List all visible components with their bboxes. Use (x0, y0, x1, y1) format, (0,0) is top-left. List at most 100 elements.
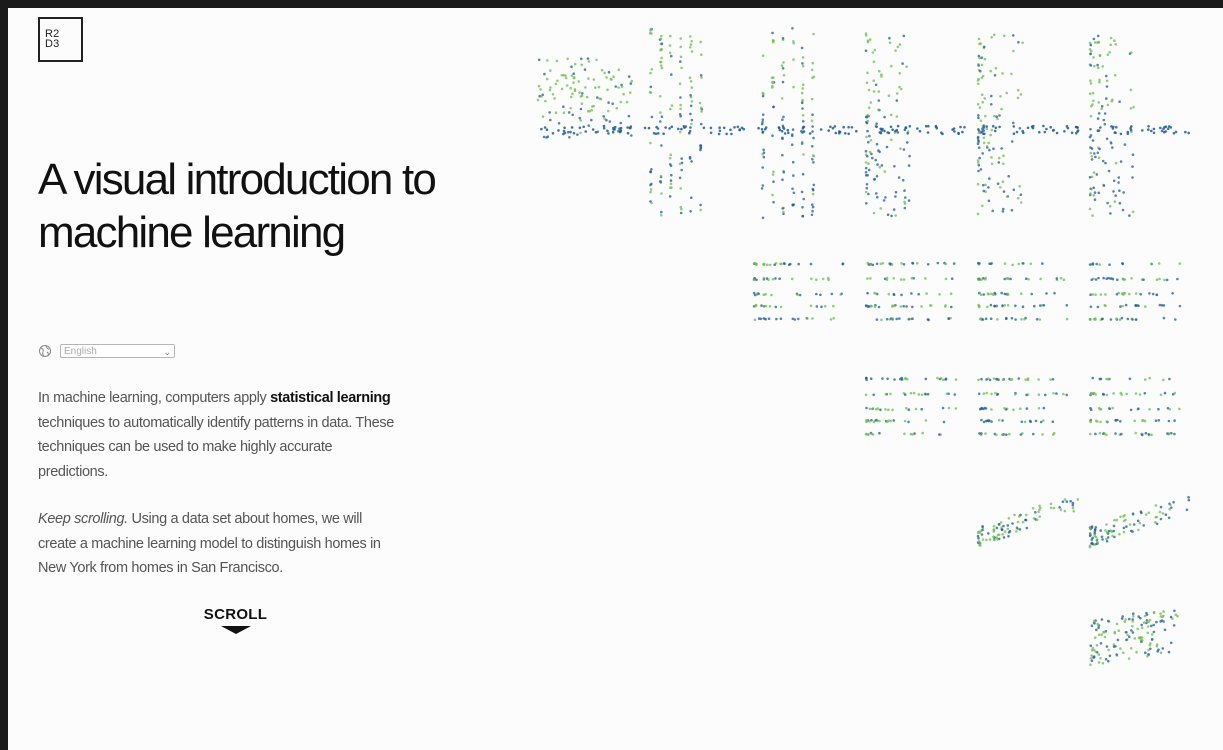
scatter-point (1187, 131, 1190, 135)
scatter-point (982, 277, 985, 280)
scatter-point (606, 129, 609, 133)
scatter-point (1088, 419, 1092, 423)
scatter-point (1003, 262, 1007, 265)
scatter-point (1147, 511, 1151, 514)
scatter-point (1097, 112, 1101, 115)
scatter-point (889, 419, 892, 423)
scatter-point (1093, 64, 1096, 68)
scatter-point (1076, 129, 1080, 132)
scatter-point (1097, 156, 1101, 160)
scatter-point (592, 104, 595, 108)
scatter-point (942, 420, 946, 424)
scatter-point (1091, 214, 1094, 217)
scatter-point (865, 81, 869, 85)
r2d3-logo[interactable]: R2 D3 (38, 17, 83, 62)
scatter-point (1009, 277, 1012, 281)
scatter-point (678, 112, 682, 116)
scatter-point (1117, 176, 1121, 179)
scatter-point (1162, 610, 1165, 613)
scatter-point (1138, 393, 1142, 396)
scatter-point (1129, 88, 1133, 92)
scatter-point (941, 406, 945, 410)
scatter-point (875, 122, 878, 125)
scatter-point (910, 292, 913, 295)
scatter-point (896, 124, 900, 128)
language-select[interactable]: English ⌄ (60, 344, 175, 358)
scatter-point (690, 118, 694, 122)
scatter-point (916, 127, 919, 130)
scatter-point (554, 111, 558, 114)
scatter-point (938, 293, 941, 296)
scatter-point (841, 262, 845, 266)
scatter-point (1105, 97, 1108, 100)
scatter-point (1169, 503, 1172, 507)
scatter-point (555, 59, 559, 63)
scatter-point (1049, 378, 1052, 381)
arrow-down-icon (220, 626, 251, 634)
scatter-point (1163, 628, 1167, 632)
scatter-point (1090, 624, 1094, 627)
scatter-point (875, 262, 879, 266)
scatter-point (1100, 618, 1104, 621)
scatter-point (657, 132, 660, 135)
scatter-point (1092, 56, 1095, 59)
scatter-point (999, 186, 1002, 189)
scatter-point (668, 163, 672, 166)
scatter-point (660, 144, 663, 147)
scatter-point (619, 100, 623, 104)
scatter-point (945, 392, 949, 396)
scatter-point (690, 122, 693, 126)
scatter-point (1101, 65, 1104, 68)
scatter-point (997, 418, 1001, 422)
scatter-point (917, 393, 921, 396)
scatter-point (918, 129, 922, 133)
scatter-point (1025, 513, 1028, 517)
scatter-point (1131, 624, 1134, 628)
scatter-point (1089, 52, 1092, 56)
scatter-point (982, 141, 986, 145)
scatter-point (725, 132, 728, 136)
scatter-point (800, 91, 804, 95)
scatter-point (1012, 188, 1016, 192)
scatter-point (977, 128, 980, 131)
scatter-point (985, 538, 988, 542)
scroll-indicator[interactable]: SCROLL (193, 606, 278, 634)
scatter-point (865, 135, 868, 139)
scatter-point (1140, 623, 1143, 627)
scatter-point (810, 68, 814, 72)
scatter-point (1065, 317, 1069, 321)
scatter-point (1178, 304, 1182, 308)
scatter-point (1096, 117, 1100, 120)
scatter-point (899, 377, 902, 381)
scatter-point (1176, 614, 1179, 618)
scatter-point (1129, 408, 1133, 412)
scatter-point (885, 278, 889, 282)
scatter-point (801, 64, 805, 68)
scatter-point (981, 538, 985, 541)
scatter-point (1159, 620, 1162, 623)
scatter-point (811, 209, 814, 213)
scatter-point (902, 34, 906, 38)
scatter-point (1152, 630, 1156, 634)
scatter-point (978, 156, 981, 160)
scatter-point (977, 54, 981, 58)
scatter-point (984, 276, 987, 280)
scatter-point (1159, 393, 1163, 397)
scatter-point (1152, 127, 1156, 131)
scatter-point (1157, 419, 1161, 422)
scatter-point (567, 111, 571, 114)
scatter-point (991, 124, 995, 128)
scatter-point (792, 191, 796, 195)
scatter-point (978, 42, 981, 46)
scatter-point (738, 128, 741, 132)
scatter-point (980, 418, 983, 422)
scatter-point (1013, 513, 1016, 517)
scatter-point (911, 262, 915, 265)
scatter-point (950, 277, 954, 281)
scatter-point (1065, 393, 1069, 397)
scatter-point (1074, 131, 1078, 135)
scatter-point (1161, 647, 1165, 650)
scatter-point (1118, 201, 1122, 205)
scatter-point (891, 317, 894, 320)
scatter-point (811, 125, 814, 128)
